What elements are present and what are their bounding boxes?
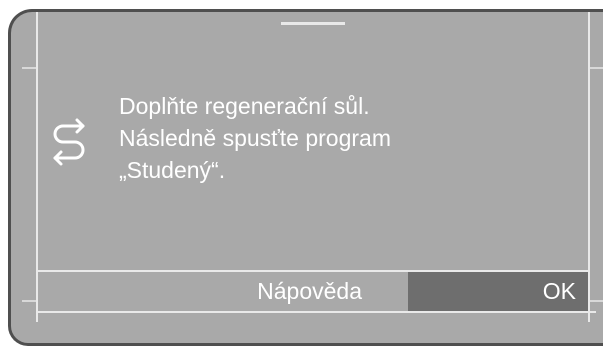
frame-right-line bbox=[588, 12, 590, 322]
frame-tick bbox=[22, 67, 36, 69]
frame-bottom-line bbox=[36, 311, 596, 313]
ok-button-label: OK bbox=[542, 278, 576, 304]
display-screen: Doplňte regenerační sůl. Následně spusťt… bbox=[8, 9, 603, 346]
message-line-1: Doplňte regenerační sůl. bbox=[119, 93, 370, 119]
frame-tick bbox=[590, 67, 603, 69]
scroll-indicator bbox=[281, 22, 345, 25]
message-line-3: „Studený“. bbox=[119, 157, 226, 183]
cycle-arrows-icon bbox=[53, 118, 85, 166]
message-text: Doplňte regenerační sůl. Následně spusťt… bbox=[119, 90, 559, 186]
frame-tick bbox=[590, 300, 603, 302]
ok-button[interactable]: OK bbox=[408, 272, 588, 311]
frame-tick bbox=[22, 300, 36, 302]
help-button[interactable]: Nápověda bbox=[38, 272, 408, 311]
help-button-label: Nápověda bbox=[257, 278, 362, 304]
message-line-2: Následně spusťte program bbox=[119, 125, 391, 151]
